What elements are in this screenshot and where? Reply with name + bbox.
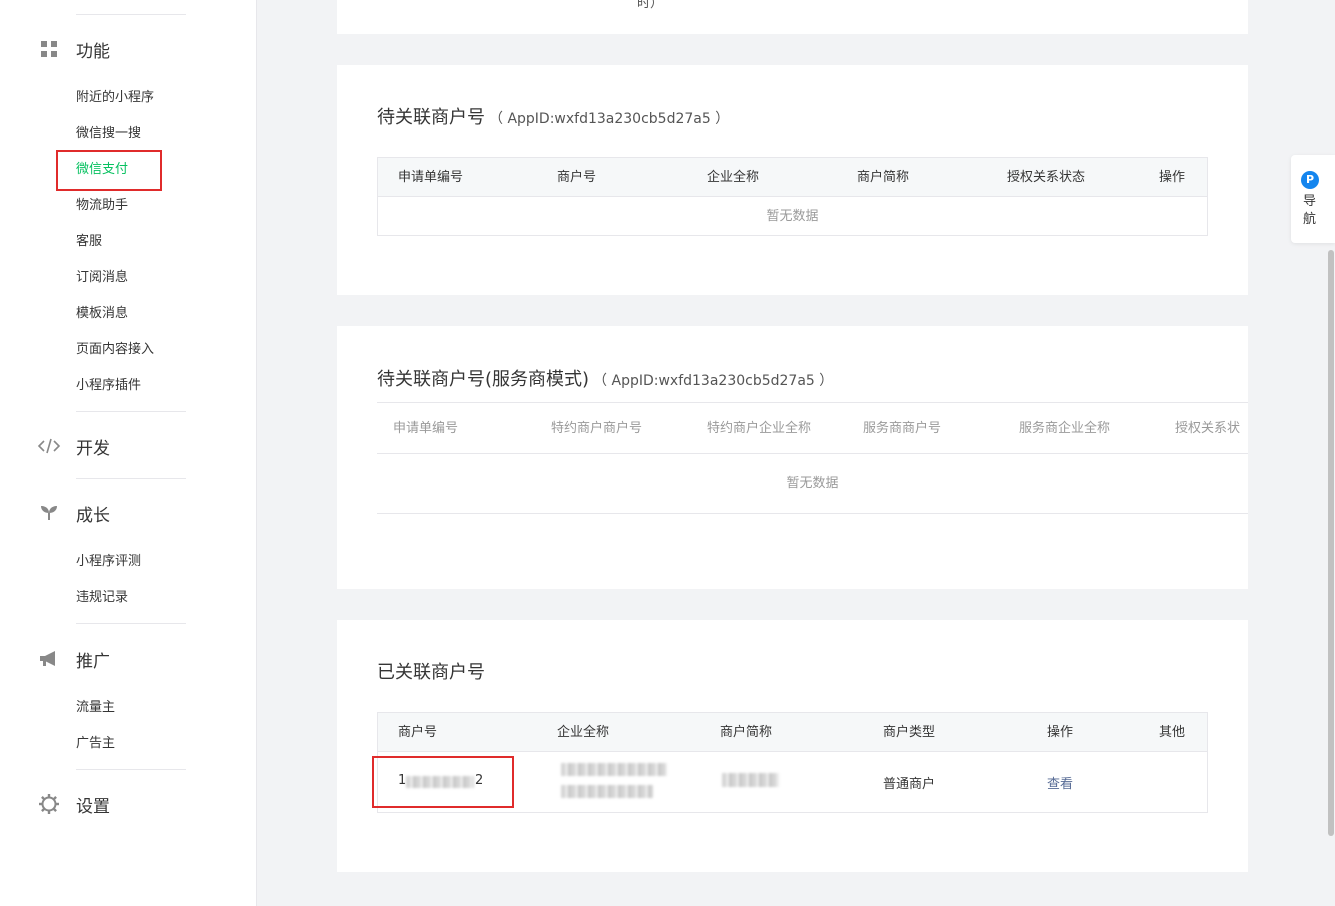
sidebar-section-label: 设置 — [76, 796, 110, 817]
card-title-text: 待关联商户号 — [377, 107, 485, 128]
sidebar-divider — [76, 411, 186, 412]
empty-state: 暂无数据 — [766, 209, 819, 224]
sidebar-item-logistics[interactable]: 物流助手 — [76, 196, 128, 216]
sprout-icon — [36, 502, 62, 524]
column-header: 特约商户商户号 — [551, 421, 643, 436]
sidebar-divider — [76, 14, 186, 15]
card-title: 待关联商户号(服务商模式) （ AppID:wxfd13a230cb5d27a5 … — [377, 365, 833, 391]
scrollbar-thumb[interactable] — [1328, 250, 1334, 836]
appid-text: （ AppID:wxfd13a230cb5d27a5 ） — [489, 111, 730, 127]
sidebar-item-evaluation[interactable]: 小程序评测 — [76, 552, 141, 572]
column-header: 申请单编号 — [393, 421, 459, 436]
sidebar-item-template-msg[interactable]: 模板消息 — [76, 304, 128, 324]
column-header: 服务商企业全称 — [1019, 421, 1111, 436]
pending-merchant-card: 待关联商户号（ AppID:wxfd13a230cb5d27a5 ） 申请单编号… — [337, 65, 1248, 295]
sidebar-divider — [76, 769, 186, 770]
sidebar-section-label: 功能 — [76, 41, 110, 62]
sidebar-item-page-content[interactable]: 页面内容接入 — [76, 340, 154, 360]
column-header: 特约商户企业全称 — [707, 421, 812, 436]
pending-provider-card: 待关联商户号(服务商模式) （ AppID:wxfd13a230cb5d27a5 … — [337, 326, 1248, 589]
merchant-type: 普通商户 — [883, 777, 936, 792]
sidebar-item-search[interactable]: 微信搜一搜 — [76, 124, 141, 144]
linked-merchant-card: 已关联商户号 商户号 企业全称 商户简称 商户类型 操作 其他 1 2 普通商户… — [337, 620, 1248, 872]
column-header: 服务商商户号 — [863, 421, 942, 436]
top-card: 时） — [337, 0, 1248, 34]
floating-nav-label: 导航 — [1303, 194, 1317, 227]
sidebar-item-plugin[interactable]: 小程序插件 — [76, 376, 141, 396]
card-title-text: 待关联商户号(服务商模式) — [377, 369, 590, 390]
sidebar-section-develop[interactable]: 开发 — [36, 431, 110, 461]
sidebar-section-features[interactable]: 功能 — [36, 34, 110, 64]
column-header: 商户简称 — [857, 170, 910, 185]
top-card-partial-text: 时） — [637, 0, 664, 11]
table-header: 商户号 企业全称 商户简称 商户类型 操作 其他 — [378, 713, 1207, 752]
table-header: 申请单编号 特约商户商户号 特约商户企业全称 服务商商户号 服务商企业全称 授权… — [377, 403, 1248, 454]
redacted-company-name — [561, 785, 653, 798]
sidebar-divider — [76, 478, 186, 479]
pending-merchant-table: 申请单编号 商户号 企业全称 商户简称 授权关系状态 操作 暂无数据 — [377, 157, 1208, 236]
sidebar-section-label: 开发 — [76, 438, 110, 459]
appid-text: （ AppID:wxfd13a230cb5d27a5 ） — [593, 373, 834, 389]
column-header: 操作 — [1159, 170, 1186, 185]
sidebar-item-customer-service[interactable]: 客服 — [76, 232, 102, 252]
column-header: 商户简称 — [720, 725, 773, 740]
redacted-short-name — [722, 773, 779, 787]
empty-state: 暂无数据 — [786, 476, 839, 491]
sidebar-divider — [76, 623, 186, 624]
badge-icon: P — [1301, 171, 1319, 189]
card-title: 待关联商户号（ AppID:wxfd13a230cb5d27a5 ） — [377, 103, 729, 129]
redacted-company-name — [561, 763, 667, 776]
pending-provider-table[interactable]: 申请单编号 特约商户商户号 特约商户企业全称 服务商商户号 服务商企业全称 授权… — [377, 402, 1248, 514]
sidebar: 功能 附近的小程序 微信搜一搜 微信支付 物流助手 客服 订阅消息 模板消息 页… — [0, 0, 257, 906]
sidebar-item-nearby[interactable]: 附近的小程序 — [76, 88, 154, 108]
sidebar-item-violations[interactable]: 违规记录 — [76, 588, 128, 608]
column-header: 授权关系状态 — [1007, 170, 1086, 185]
sidebar-item-traffic-owner[interactable]: 流量主 — [76, 698, 115, 718]
gear-icon — [36, 793, 62, 815]
column-header: 商户号 — [398, 725, 438, 740]
grid-icon — [36, 38, 62, 60]
highlight-box-merchant-id — [372, 756, 514, 808]
highlight-box-wechat-pay — [56, 150, 162, 191]
table-header: 申请单编号 商户号 企业全称 商户简称 授权关系状态 操作 — [378, 158, 1207, 197]
card-title: 已关联商户号 — [377, 662, 485, 683]
megaphone-icon — [36, 648, 62, 670]
sidebar-section-settings[interactable]: 设置 — [36, 789, 110, 819]
column-header: 商户类型 — [883, 725, 936, 740]
sidebar-section-growth[interactable]: 成长 — [36, 498, 110, 528]
code-icon — [36, 435, 62, 457]
column-header: 申请单编号 — [398, 170, 464, 185]
view-link[interactable]: 查看 — [1047, 773, 1073, 792]
floating-nav[interactable]: P 导航 — [1291, 155, 1335, 243]
column-header: 授权关系状 — [1175, 421, 1241, 436]
column-header: 商户号 — [557, 170, 597, 185]
column-header: 其他 — [1159, 725, 1186, 740]
sidebar-section-label: 成长 — [76, 505, 110, 526]
sidebar-item-subscribe-msg[interactable]: 订阅消息 — [76, 268, 128, 288]
sidebar-section-promotion[interactable]: 推广 — [36, 644, 110, 674]
column-header: 企业全称 — [557, 725, 610, 740]
sidebar-item-advertiser[interactable]: 广告主 — [76, 734, 115, 754]
column-header: 企业全称 — [707, 170, 760, 185]
column-header: 操作 — [1047, 725, 1074, 740]
sidebar-section-label: 推广 — [76, 651, 110, 672]
